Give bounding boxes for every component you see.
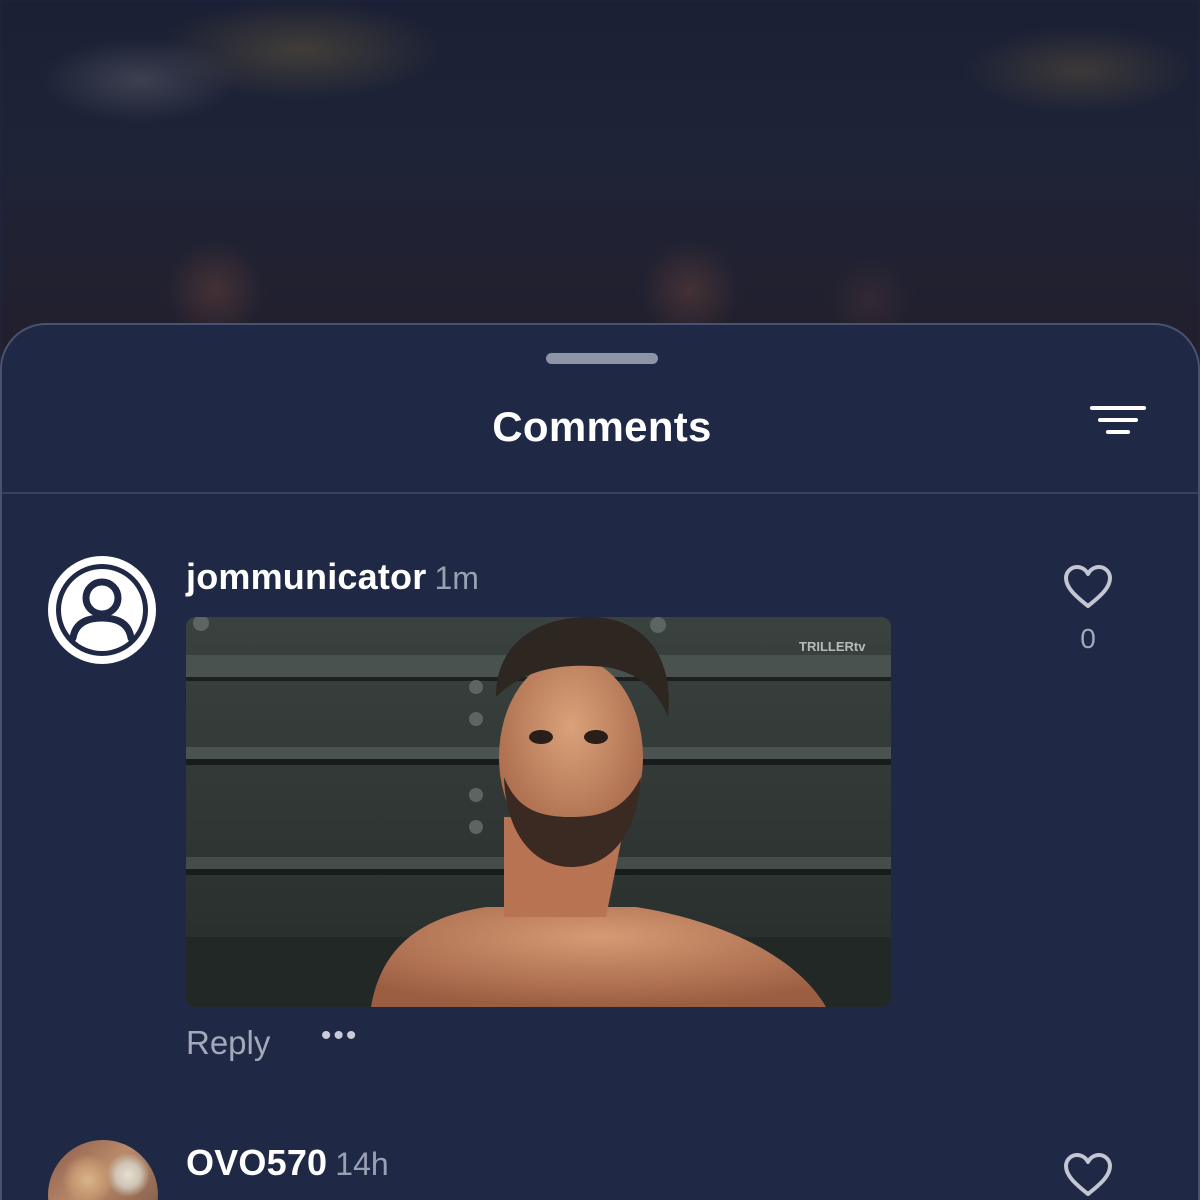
filter-icon [1090,406,1146,434]
like-button[interactable] [1060,1152,1116,1200]
like-count: 0 [1080,623,1096,654]
wrestler-gif-image: TRILLERtv [186,617,891,1007]
sheet-drag-handle[interactable] [546,353,658,364]
media-watermark: TRILLERtv [799,639,866,654]
sheet-title: Comments [492,403,712,450]
comment-gif[interactable]: TRILLERtv [186,617,891,1007]
header-divider [2,492,1198,494]
comment-time: 1m [434,560,479,596]
user-avatar[interactable] [46,554,158,666]
comment-item: OVO570 14h [2,1140,1198,1200]
comment-item: jommunicator 1m 0 TRILLERtv Reply ••• [2,554,1198,1094]
reply-button[interactable]: Reply [186,1024,270,1061]
comment-header: OVO570 14h [186,1142,389,1184]
blurred-video-background [0,0,1200,360]
comment-time: 14h [335,1146,389,1182]
more-options-icon[interactable]: ••• [321,1021,359,1051]
comment-author[interactable]: OVO570 [186,1142,327,1183]
comment-header: jommunicator 1m [186,556,479,598]
heart-icon [1064,1153,1112,1196]
comment-actions: Reply ••• [186,1021,359,1064]
like-button[interactable]: 0 [1060,564,1116,655]
user-avatar[interactable] [48,1140,158,1200]
heart-icon [1064,565,1112,608]
filter-sort-button[interactable] [1086,403,1150,443]
comment-author[interactable]: jommunicator [186,556,426,597]
comments-sheet: Comments jommunicator 1m 0 TRILLERtv Rep… [0,323,1200,1200]
default-avatar-icon [48,556,156,664]
